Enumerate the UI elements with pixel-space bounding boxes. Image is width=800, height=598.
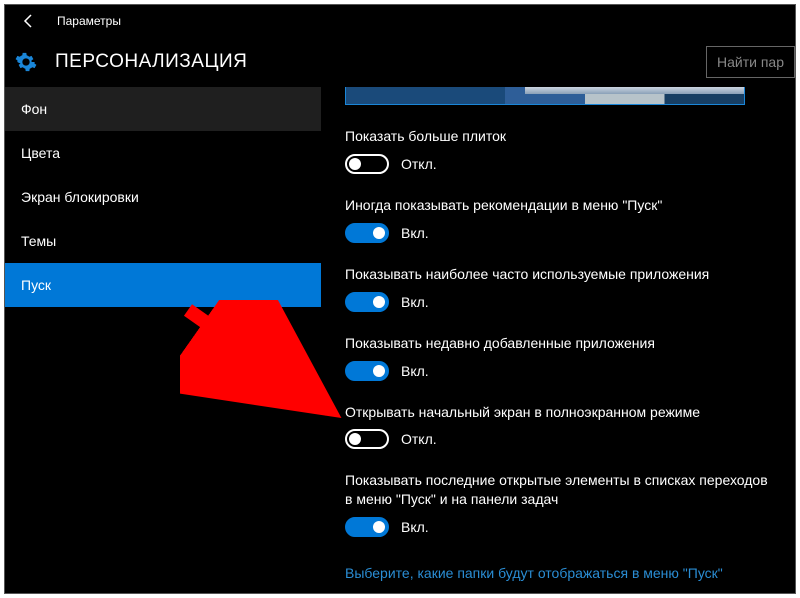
sidebar-item-label: Экран блокировки: [21, 189, 139, 205]
titlebar: Параметры: [5, 5, 795, 37]
sidebar: Фон Цвета Экран блокировки Темы Пуск: [5, 87, 321, 593]
setting-label: Открывать начальный экран в полноэкранно…: [345, 403, 775, 422]
window-title: Параметры: [57, 14, 121, 28]
gear-icon: [15, 51, 37, 73]
sidebar-item-colors[interactable]: Цвета: [5, 131, 321, 175]
sidebar-item-themes[interactable]: Темы: [5, 219, 321, 263]
setting-most-used: Показывать наиболее часто используемые п…: [345, 265, 775, 312]
content-pane: Показать больше плиток Откл. Иногда пока…: [321, 87, 795, 593]
setting-more-tiles: Показать больше плиток Откл.: [345, 127, 775, 174]
setting-label: Иногда показывать рекомендации в меню "П…: [345, 196, 775, 215]
setting-label: Показывать наиболее часто используемые п…: [345, 265, 775, 284]
toggle-jumplist[interactable]: [345, 517, 389, 537]
setting-label: Показывать недавно добавленные приложени…: [345, 334, 775, 353]
setting-label: Показывать последние открытые элементы в…: [345, 471, 775, 509]
search-placeholder: Найти пар: [717, 54, 784, 70]
choose-folders-link[interactable]: Выберите, какие папки будут отображаться…: [345, 565, 775, 581]
sidebar-item-label: Пуск: [21, 277, 51, 293]
setting-suggestions: Иногда показывать рекомендации в меню "П…: [345, 196, 775, 243]
toggle-state-text: Вкл.: [401, 519, 429, 535]
toggle-suggestions[interactable]: [345, 223, 389, 243]
toggle-more-tiles[interactable]: [345, 154, 389, 174]
toggle-state-text: Откл.: [401, 156, 437, 172]
toggle-state-text: Вкл.: [401, 363, 429, 379]
setting-label: Показать больше плиток: [345, 127, 775, 146]
sidebar-item-label: Фон: [21, 101, 47, 117]
sidebar-item-start[interactable]: Пуск: [5, 263, 321, 307]
setting-recently-added: Показывать недавно добавленные приложени…: [345, 334, 775, 381]
sidebar-item-label: Темы: [21, 233, 56, 249]
toggle-recently-added[interactable]: [345, 361, 389, 381]
search-input[interactable]: Найти пар: [706, 46, 795, 78]
page-heading: ПЕРСОНАЛИЗАЦИЯ: [55, 51, 247, 73]
setting-jumplist: Показывать последние открытые элементы в…: [345, 471, 775, 537]
arrow-left-icon: [21, 13, 37, 29]
start-preview-image: [345, 87, 745, 105]
sidebar-item-label: Цвета: [21, 145, 60, 161]
page-header: ПЕРСОНАЛИЗАЦИЯ Найти пар: [5, 37, 795, 87]
setting-fullscreen-start: Открывать начальный экран в полноэкранно…: [345, 403, 775, 450]
toggle-state-text: Вкл.: [401, 225, 429, 241]
toggle-state-text: Откл.: [401, 431, 437, 447]
toggle-fullscreen-start[interactable]: [345, 429, 389, 449]
toggle-most-used[interactable]: [345, 292, 389, 312]
sidebar-item-lockscreen[interactable]: Экран блокировки: [5, 175, 321, 219]
toggle-state-text: Вкл.: [401, 294, 429, 310]
back-button[interactable]: [15, 7, 43, 35]
sidebar-item-background[interactable]: Фон: [5, 87, 321, 131]
